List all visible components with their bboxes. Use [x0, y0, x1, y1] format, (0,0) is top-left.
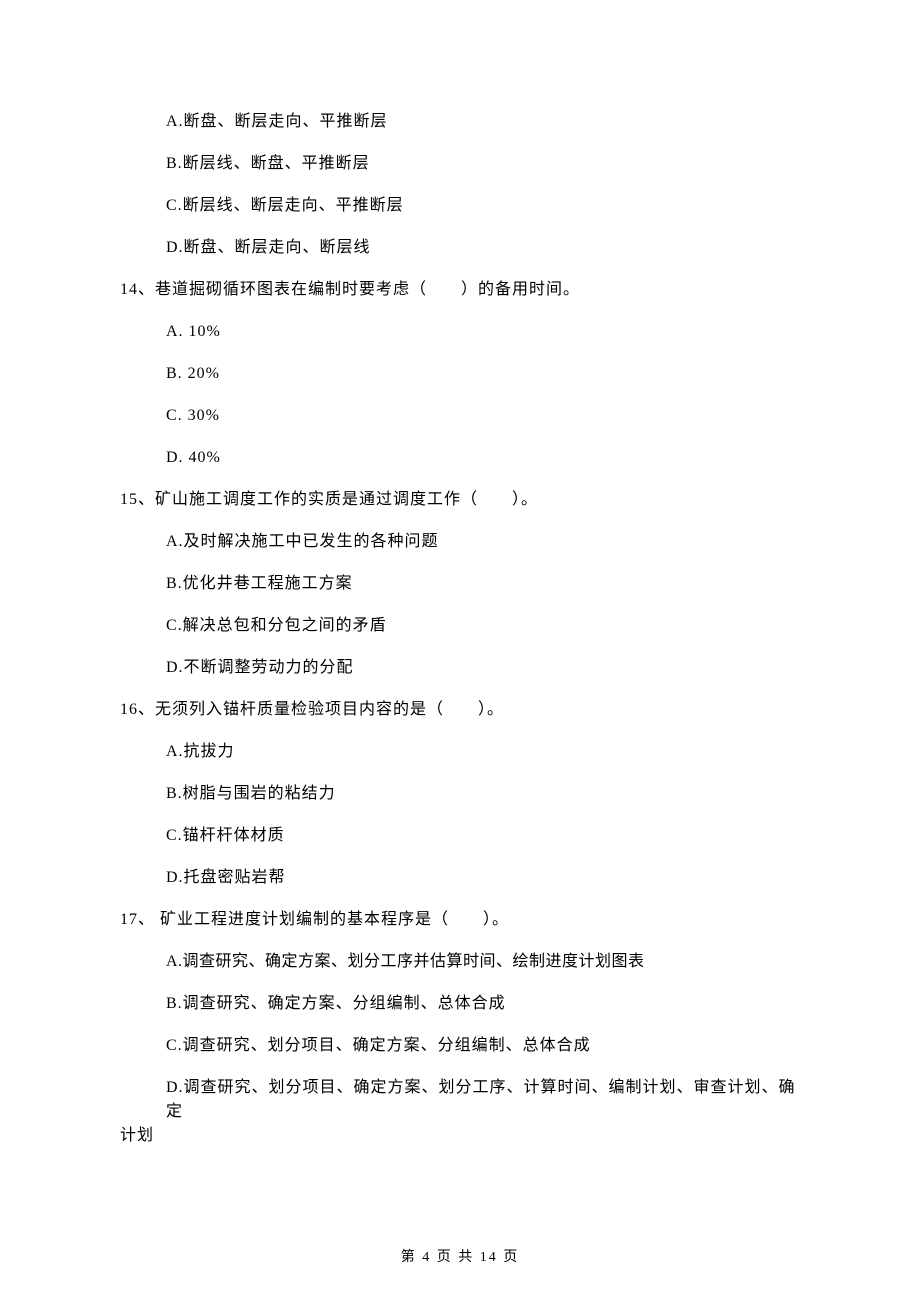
q15-text: 15、矿山施工调度工作的实质是通过调度工作（ ）。 [120, 488, 800, 512]
q16-option-c: C.锚杆杆体材质 [120, 824, 800, 848]
q17-option-d-line1: D.调查研究、划分项目、确定方案、划分工序、计算时间、编制计划、审查计划、确定 [166, 1079, 796, 1120]
q15-option-c: C.解决总包和分包之间的矛盾 [120, 614, 800, 638]
q13-option-c: C.断层线、断层走向、平推断层 [120, 194, 800, 218]
q15-option-b: B.优化井巷工程施工方案 [120, 572, 800, 596]
q17-option-c: C.调查研究、划分项目、确定方案、分组编制、总体合成 [120, 1034, 800, 1058]
page-content: A.断盘、断层走向、平推断层 B.断层线、断盘、平推断层 C.断层线、断层走向、… [0, 0, 920, 1302]
q13-option-d: D.断盘、断层走向、断层线 [120, 236, 800, 260]
q17-text: 17、 矿业工程进度计划编制的基本程序是（ ）。 [120, 908, 800, 932]
q17-option-d-line2: 计划 [120, 1124, 800, 1148]
q17-option-a: A.调查研究、确定方案、划分工序并估算时间、绘制进度计划图表 [120, 950, 800, 974]
q13-option-b: B.断层线、断盘、平推断层 [120, 152, 800, 176]
q17-option-d: D.调查研究、划分项目、确定方案、划分工序、计算时间、编制计划、审查计划、确定 … [120, 1076, 800, 1148]
q14-text: 14、巷道掘砌循环图表在编制时要考虑（ ）的备用时间。 [120, 278, 800, 302]
q15-option-d: D.不断调整劳动力的分配 [120, 656, 800, 680]
q17-option-b: B.调查研究、确定方案、分组编制、总体合成 [120, 992, 800, 1016]
q16-option-d: D.托盘密贴岩帮 [120, 866, 800, 890]
q14-option-d: D. 40% [120, 446, 800, 470]
q16-text: 16、无须列入锚杆质量检验项目内容的是（ ）。 [120, 698, 800, 722]
q14-option-a: A. 10% [120, 320, 800, 344]
q14-option-c: C. 30% [120, 404, 800, 428]
page-footer: 第 4 页 共 14 页 [0, 1247, 920, 1268]
q16-option-b: B.树脂与围岩的粘结力 [120, 782, 800, 806]
q14-option-b: B. 20% [120, 362, 800, 386]
q15-option-a: A.及时解决施工中已发生的各种问题 [120, 530, 800, 554]
q16-option-a: A.抗拔力 [120, 740, 800, 764]
q13-option-a: A.断盘、断层走向、平推断层 [120, 110, 800, 134]
